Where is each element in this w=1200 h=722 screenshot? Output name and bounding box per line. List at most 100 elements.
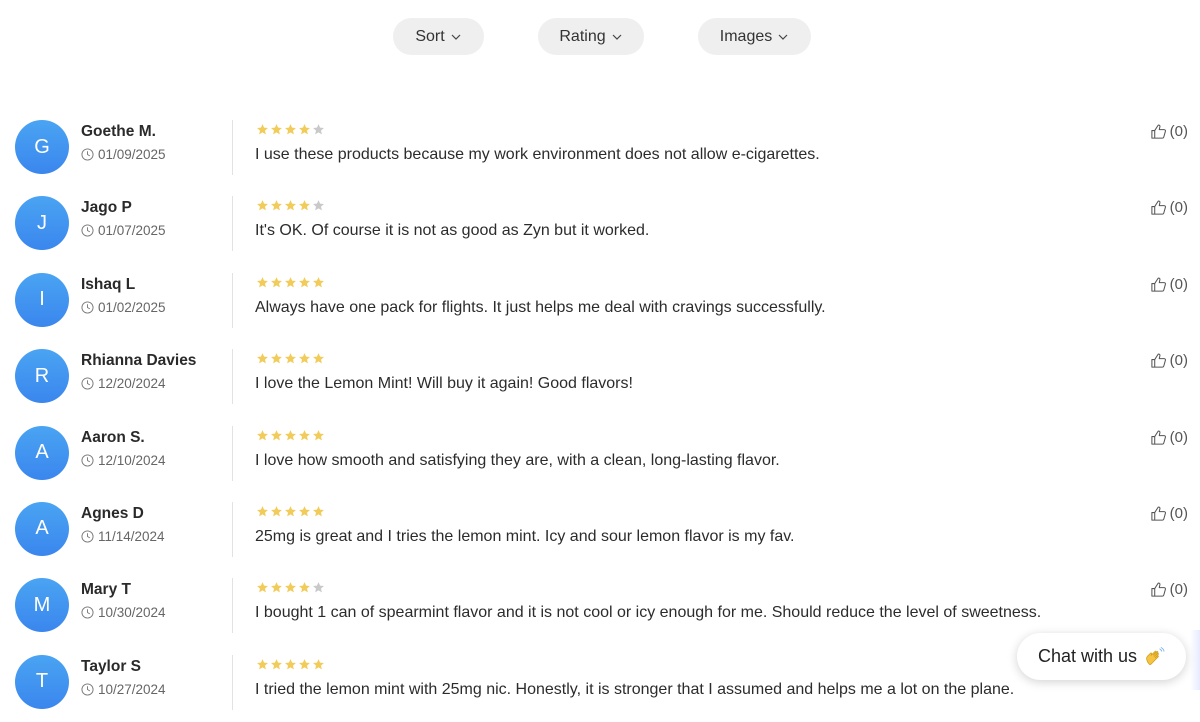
avatar: A: [15, 501, 69, 556]
star-icon: [313, 506, 324, 517]
review-date-text: 10/30/2024: [98, 605, 166, 621]
reviewer-name: Ishaq L: [81, 275, 136, 293]
review-date: 10/30/2024: [81, 605, 166, 620]
star-icon: [257, 124, 268, 135]
review-date: 01/02/2025: [81, 300, 166, 315]
star-icon: [257, 506, 268, 517]
star-icon: [257, 276, 268, 288]
review-item: A Aaron S. 12/10/2024 I love how smooth and…: [0, 415, 1200, 491]
star-rating: [256, 199, 325, 212]
review-date-text: 12/20/2024: [98, 376, 166, 392]
star-icon: [313, 124, 324, 135]
review-date-text: 12/10/2024: [98, 452, 166, 468]
edge-glow: [1190, 630, 1200, 690]
review-item: J Jago P 01/07/2025 It's OK. Of course it i…: [0, 185, 1200, 261]
reviewer-name: Agnes D: [81, 504, 144, 522]
review-text: 25mg is great and I tries the lemon mint…: [255, 527, 795, 545]
avatar: M: [15, 578, 69, 633]
reviewer-name: Taylor S: [81, 657, 142, 675]
chevron-down-icon: [778, 34, 788, 40]
like-count: (0): [1169, 199, 1188, 217]
star-icon: [271, 124, 282, 135]
sort-dropdown[interactable]: Sort: [393, 18, 484, 55]
helpful-button[interactable]: (0): [1150, 429, 1188, 446]
star-icon: [285, 276, 296, 288]
review-item: I Ishaq L 01/02/2025 Always have one pack f…: [0, 262, 1200, 338]
star-rating: [256, 658, 325, 671]
clock-icon: [81, 148, 94, 161]
star-icon: [285, 429, 296, 440]
star-rating: [256, 123, 325, 136]
star-icon: [285, 506, 296, 517]
star-icon: [257, 353, 268, 364]
star-icon: [271, 506, 282, 517]
star-icon: [271, 658, 282, 670]
star-icon: [313, 658, 324, 670]
star-icon: [299, 658, 310, 670]
thumbs-up-icon: [1151, 124, 1166, 139]
review-item: G Goethe M. 01/09/2025 I use these products…: [0, 109, 1200, 185]
avatar: A: [15, 425, 69, 480]
reviewer-name: Mary T: [81, 581, 131, 599]
clock-icon: [81, 454, 94, 467]
reviewer-name: Aaron S.: [81, 428, 145, 446]
helpful-button[interactable]: (0): [1150, 581, 1188, 598]
divider: [232, 578, 233, 634]
divider: [232, 654, 233, 710]
clock-icon: [81, 301, 94, 314]
like-count: (0): [1169, 123, 1188, 140]
star-icon: [285, 658, 296, 670]
like-count: (0): [1169, 352, 1188, 370]
divider: [232, 272, 233, 328]
avatar: R: [15, 349, 69, 404]
review-date: 11/14/2024: [81, 529, 165, 544]
star-icon: [271, 276, 282, 288]
review-text: I love the Lemon Mint! Will buy it again…: [255, 375, 633, 393]
helpful-button[interactable]: (0): [1150, 276, 1188, 293]
thumbs-up-icon: [1151, 277, 1166, 292]
star-icon: [271, 429, 282, 440]
waving-hand-icon: [1146, 646, 1165, 665]
avatar: J: [15, 196, 69, 251]
review-text: I love how smooth and satisfying they ar…: [255, 451, 780, 469]
star-rating: [256, 581, 325, 594]
clock-icon: [81, 606, 94, 619]
review-text: Always have one pack for flights. It jus…: [255, 298, 826, 316]
star-icon: [257, 658, 268, 670]
review-date-text: 01/02/2025: [98, 299, 166, 315]
rating-dropdown[interactable]: Rating: [538, 18, 644, 55]
review-date-text: 01/07/2025: [98, 223, 166, 239]
like-count: (0): [1169, 275, 1188, 293]
helpful-button[interactable]: (0): [1150, 505, 1188, 522]
review-text: It's OK. Of course it is not as good as …: [255, 222, 650, 240]
star-icon: [299, 506, 310, 517]
star-icon: [257, 429, 268, 440]
review-item: R Rhianna Davies 12/20/2024 I love the Lemo…: [0, 338, 1200, 414]
thumbs-up-icon: [1151, 430, 1166, 445]
review-date: 10/27/2024: [81, 682, 166, 697]
divider: [232, 349, 233, 405]
review-date-text: 10/27/2024: [98, 681, 166, 697]
avatar: T: [15, 654, 69, 709]
star-icon: [299, 124, 310, 135]
star-icon: [313, 582, 324, 593]
clock-icon: [81, 683, 94, 696]
avatar: G: [15, 120, 69, 174]
thumbs-up-icon: [1151, 353, 1166, 368]
star-icon: [285, 200, 296, 211]
star-rating: [256, 352, 325, 365]
helpful-button[interactable]: (0): [1150, 123, 1188, 140]
sort-label: Sort: [415, 27, 445, 45]
thumbs-up-icon: [1151, 582, 1166, 597]
star-icon: [299, 582, 310, 593]
reviewer-name: Rhianna Davies: [81, 352, 197, 370]
helpful-button[interactable]: (0): [1150, 352, 1188, 369]
chat-with-us-button[interactable]: Chat with us: [1017, 633, 1186, 680]
divider: [232, 196, 233, 252]
star-icon: [285, 124, 296, 135]
star-icon: [299, 276, 310, 288]
review-date: 01/09/2025: [81, 147, 166, 162]
helpful-button[interactable]: (0): [1150, 199, 1188, 216]
star-icon: [271, 200, 282, 211]
images-dropdown[interactable]: Images: [698, 18, 811, 55]
